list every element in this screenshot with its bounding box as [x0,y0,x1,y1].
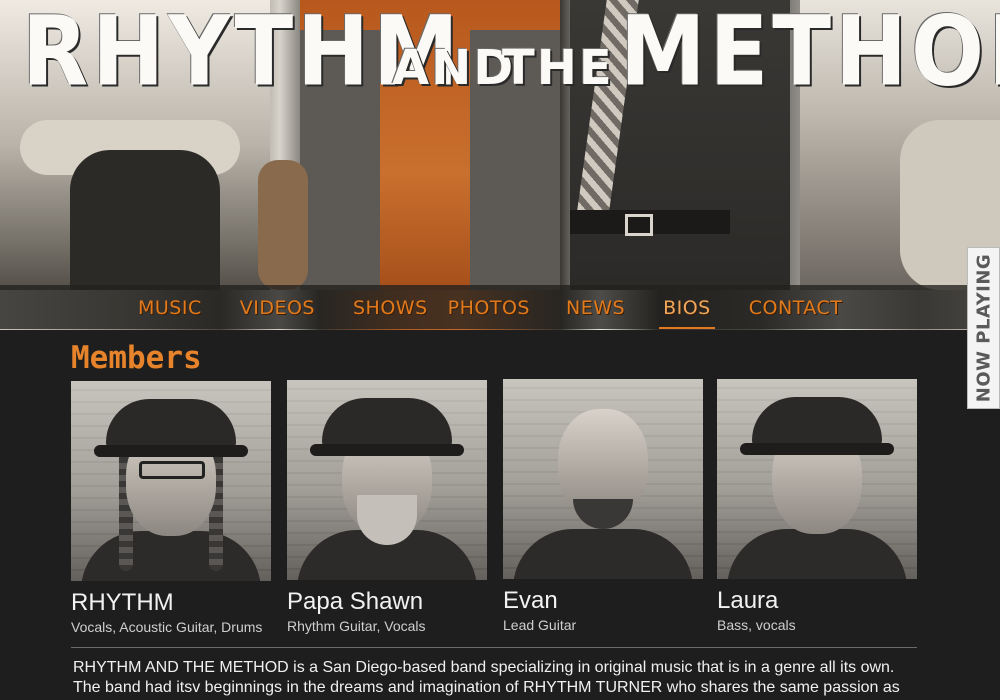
bio-line: RHYTHM AND THE METHOD is a San Diego-bas… [73,659,895,676]
now-playing-label: NOW PLAYING [973,253,994,403]
section-divider [71,647,917,648]
band-title-the: THE [502,40,614,96]
band-title-and: AND [392,40,516,96]
now-playing-tab[interactable]: NOW PLAYING [967,247,1000,409]
member-role: Lead Guitar [503,617,577,633]
member-role: Bass, vocals [717,617,796,633]
band-title-method: METHOD [620,0,1000,108]
nav-item-videos[interactable]: VIDEOS [230,285,325,329]
band-logo-title: RHYTHM AND THE METHOD [22,0,1000,116]
photo-glasses [139,461,205,479]
band-photo-belt-buckle [625,214,653,236]
band-bio: RHYTHM AND THE METHOD is a San Diego-bas… [73,658,933,698]
member-name: Laura [717,587,779,614]
header-banner: RHYTHM AND THE METHOD MUSIC VIDEOS SHOWS… [0,0,1000,330]
member-name: Papa Shawn [287,588,424,615]
nav-item-music[interactable]: MUSIC [128,285,212,329]
nav-item-contact[interactable]: CONTACT [739,285,853,329]
member-role: Vocals, Acoustic Guitar, Drums [71,619,263,635]
photo-hat [94,399,248,457]
band-photo-vest [70,150,220,290]
bio-line: The band had itsv beginnings in the drea… [73,679,900,696]
member-card-laura: Laura Bass, vocals [717,379,918,634]
main-navigation: MUSIC VIDEOS SHOWS PHOTOS NEWS BIOS CONT… [0,285,1000,329]
band-photo-tattooed-arm [258,160,308,290]
nav-item-bios[interactable]: BIOS [653,285,721,329]
photo-hat [740,397,894,455]
member-name: Evan [503,587,558,614]
members-heading: Members [71,340,202,376]
nav-item-news[interactable]: NEWS [556,285,635,329]
photo-hat [310,398,464,456]
member-card-rhythm: RHYTHM Vocals, Acoustic Guitar, Drums [71,381,272,636]
member-photo-rhythm [71,381,271,581]
member-card-papa-shawn: Papa Shawn Rhythm Guitar, Vocals [287,380,488,635]
member-photo-papa-shawn [287,380,487,580]
member-card-evan: Evan Lead Guitar [503,379,704,634]
nav-item-shows[interactable]: SHOWS [343,285,438,329]
nav-item-photos[interactable]: PHOTOS [438,285,540,329]
member-photo-evan [503,379,703,579]
member-name: RHYTHM [71,589,174,616]
nav-items: MUSIC VIDEOS SHOWS PHOTOS NEWS BIOS CONT… [128,285,852,329]
member-photo-laura [717,379,917,579]
member-role: Rhythm Guitar, Vocals [287,618,426,634]
